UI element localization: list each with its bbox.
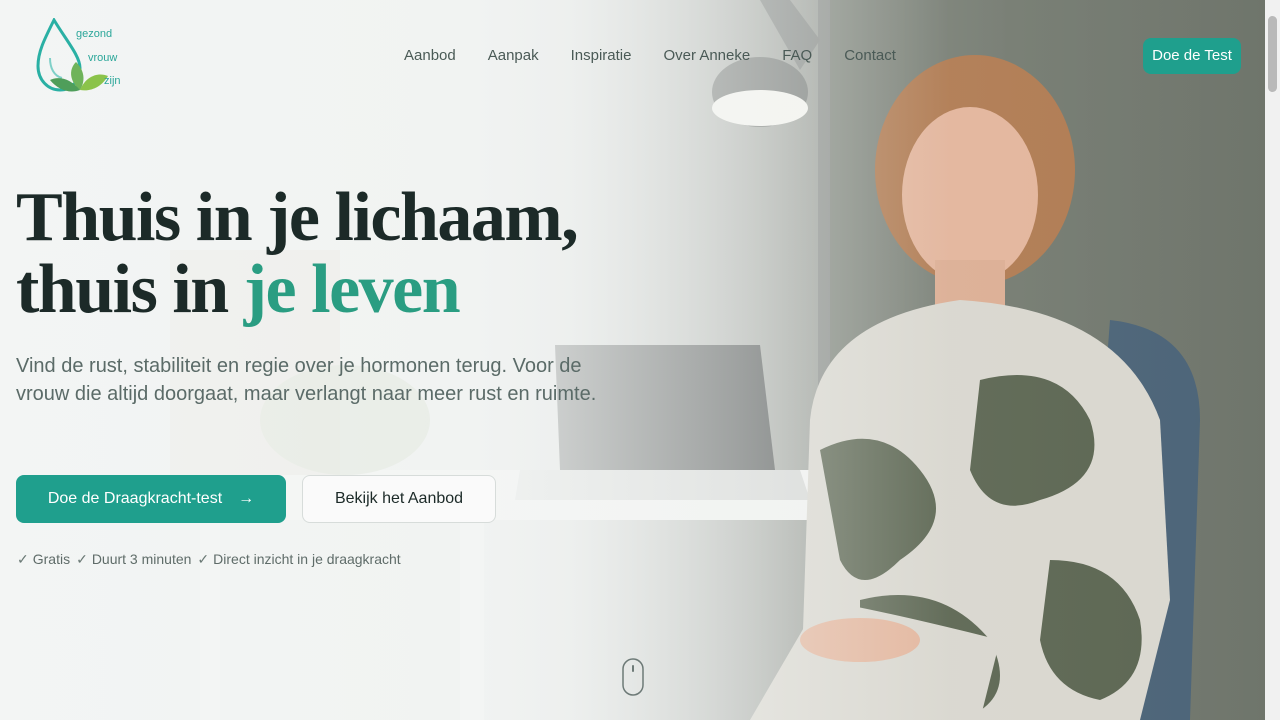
check-item-gratis: ✓ Gratis <box>17 551 70 568</box>
logo-word-3: zijn <box>104 75 121 87</box>
scrollbar-thumb[interactable] <box>1268 16 1277 92</box>
draagkracht-test-button[interactable]: Doe de Draagkracht-test → <box>16 475 286 523</box>
bekijk-aanbod-button[interactable]: Bekijk het Aanbod <box>302 475 496 523</box>
headline-line-2-accent: je leven <box>243 251 461 328</box>
checkmark-icon: ✓ <box>76 551 88 567</box>
hero-headline: Thuis in je lichaam, thuis in je leven <box>16 179 579 328</box>
checkmark-icon: ✓ <box>197 551 210 567</box>
check-item-inzicht: ✓ Direct inzicht in je draagkracht <box>197 551 400 568</box>
check-label: Direct inzicht in je draagkracht <box>213 551 401 567</box>
hero-lead-text: Vind de rust, stabiliteit en regie over … <box>16 355 597 405</box>
headline-line-1: Thuis in je lichaam, <box>16 179 579 256</box>
nav-item-aanpak[interactable]: Aanpak <box>488 47 539 64</box>
nav-item-faq[interactable]: FAQ <box>782 47 812 64</box>
arrow-right-icon: → <box>238 490 255 507</box>
site-logo[interactable]: gezond vrouw zijn <box>36 18 128 96</box>
nav-item-over-anneke[interactable]: Over Anneke <box>663 47 750 64</box>
page-scrollbar[interactable] <box>1265 0 1280 720</box>
scroll-mouse-icon[interactable] <box>622 658 644 696</box>
nav-item-inspiratie[interactable]: Inspiratie <box>571 47 632 64</box>
main-navigation: Aanbod Aanpak Inspiratie Over Anneke FAQ… <box>404 47 896 64</box>
nav-item-contact[interactable]: Contact <box>844 47 896 64</box>
logo-word-2: vrouw <box>88 52 118 64</box>
benefit-checklist: ✓ Gratis ✓ Duurt 3 minuten ✓ Direct inzicht… <box>17 551 407 568</box>
header-test-button[interactable]: Doe de Test <box>1143 38 1241 74</box>
check-item-duur: ✓ Duurt 3 minuten <box>76 551 191 568</box>
logo-word-1: gezond <box>76 28 113 40</box>
nav-item-aanbod[interactable]: Aanbod <box>404 47 456 64</box>
check-label: Gratis <box>32 551 71 567</box>
draagkracht-test-button-label: Doe de Draagkracht-test <box>47 490 223 507</box>
check-label: Duurt 3 minuten <box>91 551 192 567</box>
headline-line-2-plain: thuis in <box>16 251 244 328</box>
checkmark-icon: ✓ <box>17 551 29 567</box>
